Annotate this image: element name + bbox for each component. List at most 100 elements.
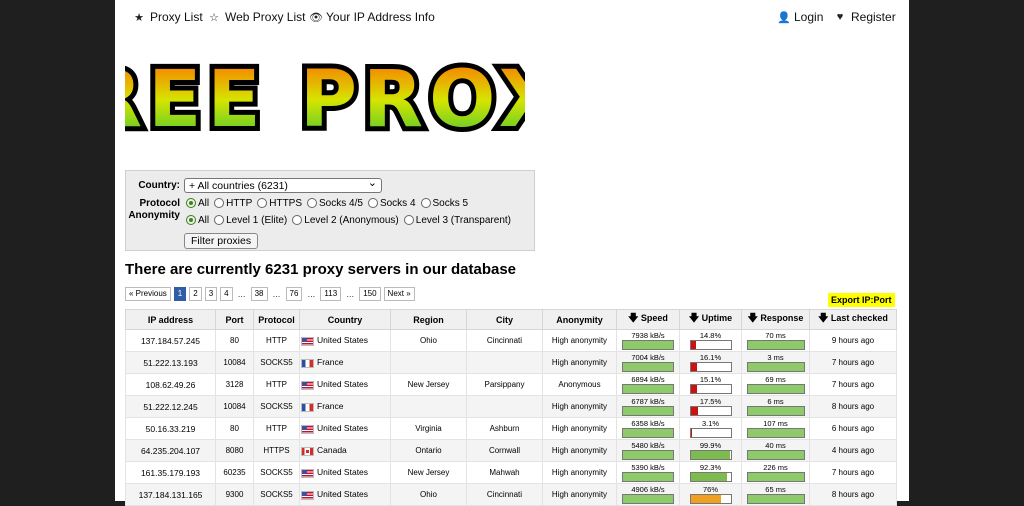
export-ip-port-button[interactable]: Export IP:Port bbox=[828, 293, 895, 307]
cell-uptime: 14.8% bbox=[679, 329, 742, 352]
pager-next[interactable]: Next » bbox=[383, 287, 415, 301]
user-icon: 👤 bbox=[777, 11, 791, 24]
pager-page[interactable]: 113 bbox=[320, 287, 342, 301]
cell-ip[interactable]: 51.222.13.193 bbox=[125, 351, 216, 374]
pager-page[interactable]: 76 bbox=[285, 287, 303, 301]
nav-login[interactable]: 👤 Login bbox=[777, 10, 823, 24]
cell-response: 69 ms bbox=[741, 373, 810, 396]
header-city[interactable]: City bbox=[466, 309, 543, 330]
radio-icon[interactable] bbox=[257, 198, 268, 209]
cell-country[interactable]: United States bbox=[299, 417, 391, 440]
filter-button-row: Filter proxies bbox=[184, 233, 259, 249]
cell-speed: 5480 kB/s bbox=[616, 439, 680, 462]
anonymity-option-transparent[interactable]: Level 3 (Transparent) bbox=[402, 215, 511, 226]
cell-last-checked: 6 hours ago bbox=[809, 417, 897, 440]
speed-bar-fill bbox=[623, 362, 673, 371]
anonymity-option-elite[interactable]: Level 1 (Elite) bbox=[212, 215, 287, 226]
header-country[interactable]: Country bbox=[299, 309, 391, 330]
uptime-bar: 99.9% bbox=[689, 441, 732, 460]
response-bar: 226 ms bbox=[746, 463, 805, 482]
protocol-option-socks45[interactable]: Socks 4/5 bbox=[305, 198, 363, 209]
header-protocol[interactable]: Protocol bbox=[253, 309, 300, 330]
anonymity-label: Anonymity bbox=[128, 210, 180, 221]
protocol-option-http[interactable]: HTTP bbox=[212, 198, 252, 209]
flag-fr-icon bbox=[301, 402, 314, 412]
header-port[interactable]: Port bbox=[215, 309, 254, 330]
cell-port: 60235 bbox=[215, 461, 254, 484]
cell-country[interactable]: France bbox=[299, 351, 391, 374]
header-last-checked[interactable]: 🡇 Last checked bbox=[809, 309, 897, 330]
cell-ip[interactable]: 137.184.131.165 bbox=[125, 483, 216, 506]
radio-icon[interactable] bbox=[307, 198, 318, 209]
cell-city: Cincinnati bbox=[466, 483, 543, 506]
radio-icon[interactable] bbox=[403, 215, 414, 226]
pager-page[interactable]: 150 bbox=[359, 287, 381, 301]
cell-speed: 5390 kB/s bbox=[616, 461, 680, 484]
radio-icon[interactable] bbox=[420, 198, 431, 209]
cell-ip[interactable]: 50.16.33.219 bbox=[125, 417, 216, 440]
pager-page[interactable]: 38 bbox=[250, 287, 268, 301]
header-uptime[interactable]: 🡇 Uptime bbox=[679, 309, 742, 330]
cell-ip[interactable]: 137.184.57.245 bbox=[125, 329, 216, 352]
protocol-option-socks4[interactable]: Socks 4 bbox=[366, 198, 416, 209]
uptime-value: 17.5% bbox=[699, 396, 722, 406]
cell-port: 8080 bbox=[215, 439, 254, 462]
nav-proxy-list[interactable]: ★ Proxy List bbox=[133, 10, 203, 24]
country-name: United States bbox=[317, 489, 369, 500]
protocol-option-all[interactable]: All bbox=[184, 198, 209, 209]
anonymity-option-label: Level 2 (Anonymous) bbox=[304, 215, 399, 226]
header-anonymity[interactable]: Anonymity bbox=[542, 309, 617, 330]
pager-page[interactable]: 4 bbox=[220, 287, 233, 301]
protocol-option-socks5[interactable]: Socks 5 bbox=[419, 198, 469, 209]
pager-page[interactable]: 2 bbox=[189, 287, 202, 301]
cell-country[interactable]: United States bbox=[299, 483, 391, 506]
flag-us-icon bbox=[301, 380, 314, 390]
radio-selected-icon[interactable] bbox=[186, 198, 196, 209]
header-ip[interactable]: IP address bbox=[125, 309, 216, 330]
protocol-option-https[interactable]: HTTPS bbox=[255, 198, 302, 209]
filter-proxies-button[interactable]: Filter proxies bbox=[184, 233, 259, 249]
cell-ip[interactable]: 51.222.12.245 bbox=[125, 395, 216, 418]
eye-icon: 👁 bbox=[309, 11, 323, 24]
cell-ip[interactable]: 64.235.204.107 bbox=[125, 439, 216, 462]
table-row: 64.235.204.107 8080 HTTPS Canada Ontario Corn… bbox=[125, 439, 897, 462]
cell-country[interactable]: United States bbox=[299, 329, 391, 352]
radio-icon[interactable] bbox=[292, 215, 303, 226]
nav-web-proxy-list[interactable]: ☆ Web Proxy List bbox=[208, 10, 305, 24]
cell-uptime: 16.1% bbox=[679, 351, 742, 374]
pager-page[interactable]: 3 bbox=[204, 287, 218, 301]
speed-bar-fill bbox=[623, 406, 673, 415]
cell-country[interactable]: Canada bbox=[299, 439, 391, 462]
header-region[interactable]: Region bbox=[390, 309, 467, 330]
pagination: « Previous 1 2 3 4 … 38 … 76 … 113 … 150… bbox=[125, 287, 415, 301]
cell-ip[interactable]: 161.35.179.193 bbox=[125, 461, 216, 484]
response-bar: 107 ms bbox=[746, 419, 805, 438]
anonymity-option-anonymous[interactable]: Level 2 (Anonymous) bbox=[290, 215, 399, 226]
protocol-option-label: Socks 5 bbox=[432, 198, 469, 209]
nav-register[interactable]: ♥ Register bbox=[834, 10, 896, 24]
cell-anonymity: High anonymity bbox=[542, 439, 617, 462]
radio-icon[interactable] bbox=[214, 198, 225, 209]
speed-bar-fill bbox=[623, 472, 673, 481]
header-speed[interactable]: 🡇 Speed bbox=[616, 309, 680, 330]
radio-icon[interactable] bbox=[214, 215, 225, 226]
cell-country[interactable]: United States bbox=[299, 373, 391, 396]
response-bar: 3 ms bbox=[746, 353, 805, 372]
uptime-bar: 17.5% bbox=[689, 397, 732, 416]
anonymity-option-label: All bbox=[198, 215, 210, 226]
response-value: 3 ms bbox=[767, 352, 784, 362]
pager-previous[interactable]: « Previous bbox=[125, 287, 171, 301]
country-select[interactable]: + All countries (6231) bbox=[184, 176, 382, 193]
radio-selected-icon[interactable] bbox=[186, 215, 196, 226]
free-proxy-logo[interactable]: FREE PROXY FREE PROXY bbox=[125, 38, 525, 156]
radio-icon[interactable] bbox=[367, 198, 378, 209]
nav-ip-info[interactable]: 👁 Your IP Address Info bbox=[309, 10, 435, 24]
cell-country[interactable]: United States bbox=[299, 461, 391, 484]
cell-ip[interactable]: 108.62.49.26 bbox=[125, 373, 216, 396]
anonymity-option-all[interactable]: All bbox=[184, 215, 209, 226]
cell-country[interactable]: France bbox=[299, 395, 391, 418]
header-response[interactable]: 🡇 Response bbox=[741, 309, 810, 330]
speed-bar: 5390 kB/s bbox=[622, 463, 674, 482]
pager-page[interactable]: 1 bbox=[173, 287, 187, 301]
uptime-bar: 16.1% bbox=[689, 353, 732, 372]
